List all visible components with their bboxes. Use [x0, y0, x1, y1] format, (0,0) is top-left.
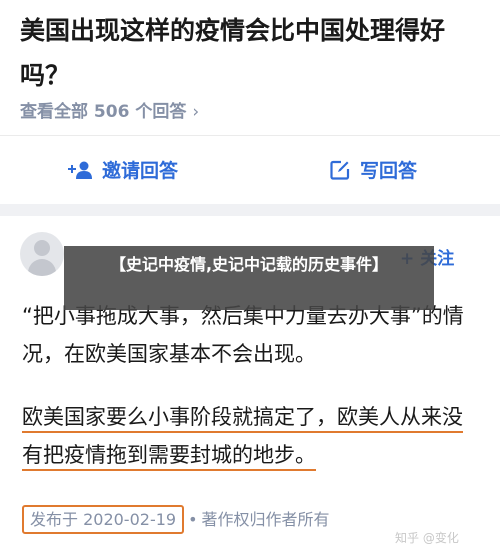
edit-icon	[330, 160, 350, 180]
answer-paragraph-2: 欧美国家要么小事阶段就搞定了，欧美人从来没有把疫情拖到需要封城的地步。	[22, 398, 482, 474]
section-gap	[0, 204, 500, 216]
title-overlay-banner: 【史记中疫情,史记中记载的历史事件】	[64, 246, 434, 310]
avatar[interactable]	[20, 232, 64, 276]
write-answer-button[interactable]: 写回答	[330, 156, 417, 183]
chevron-right-icon: ›	[192, 102, 200, 122]
invite-answer-button[interactable]: 邀请回答	[68, 156, 178, 183]
separator-dot: •	[188, 510, 198, 529]
watermark: 知乎 @变化	[395, 531, 459, 545]
invite-answer-label: 邀请回答	[102, 160, 179, 182]
question-card: 美国出现这样的疫情会比中国处理得好吗？ 查看全部 506 个回答 ›	[0, 0, 500, 135]
view-all-answers-link[interactable]: 查看全部 506 个回答 ›	[20, 97, 199, 122]
action-bar: 邀请回答 写回答	[0, 136, 500, 204]
answer-meta: 发布于 2020-02-19 • 著作权归作者所有	[22, 505, 330, 534]
question-title[interactable]: 美国出现这样的疫情会比中国处理得好吗？	[20, 8, 480, 98]
publish-date: 发布于 2020-02-19	[22, 505, 185, 534]
write-answer-label: 写回答	[360, 160, 418, 182]
copyright-notice: 著作权归作者所有	[201, 510, 330, 529]
view-all-label: 查看全部 506 个回答	[20, 102, 187, 122]
highlighted-text: 欧美国家要么小事阶段就搞定了，欧美人从来没有把疫情拖到需要封城的地步。	[22, 405, 463, 471]
invite-user-icon	[68, 161, 92, 179]
